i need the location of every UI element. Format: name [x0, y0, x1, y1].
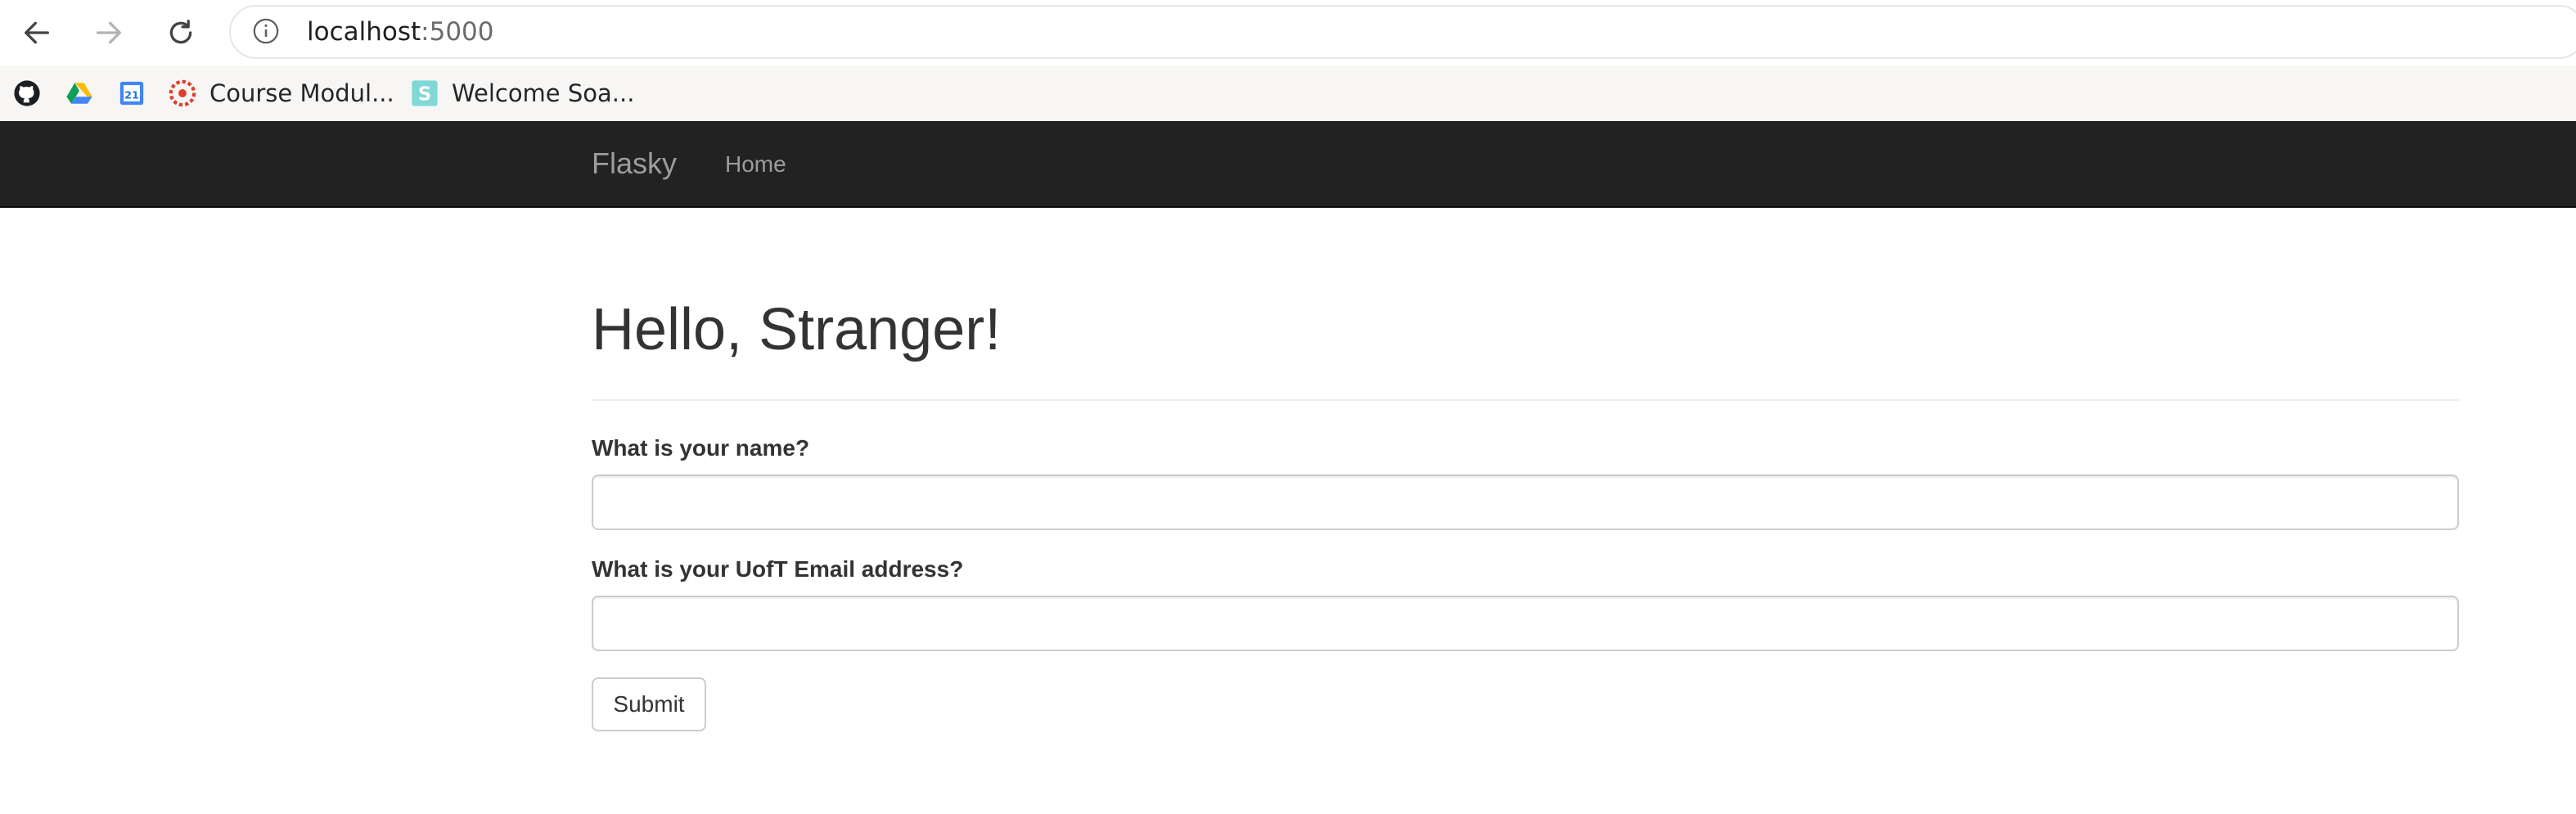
url-text[interactable]: localhost:5000: [307, 14, 494, 50]
forward-button[interactable]: [88, 11, 130, 54]
url-port: :5000: [421, 17, 494, 47]
svg-text:S: S: [418, 84, 431, 106]
page-title: Hello, Stranger!: [592, 297, 1002, 362]
nav-link-home[interactable]: Home: [725, 149, 786, 180]
navbar-brand[interactable]: Flasky: [592, 144, 677, 183]
course-module-icon: [169, 79, 196, 107]
name-input[interactable]: [592, 474, 2459, 530]
email-label: What is your UofT Email address?: [592, 556, 964, 582]
forward-arrow-icon: [97, 21, 121, 44]
browser-toolbar: localhost:5000: [0, 0, 2576, 65]
bookmark-github[interactable]: [13, 75, 41, 111]
bookmark-google-drive[interactable]: [65, 75, 93, 111]
soa-icon: S: [412, 80, 438, 106]
submit-button[interactable]: Submit: [592, 677, 706, 731]
google-calendar-icon: 21: [119, 81, 144, 106]
email-input[interactable]: [592, 596, 2459, 651]
name-label: What is your name?: [592, 435, 810, 461]
bookmark-label: Welcome Soa...: [452, 79, 635, 107]
site-navbar: Flasky Home: [0, 121, 2576, 208]
bookmark-google-calendar[interactable]: 21: [118, 75, 146, 111]
reload-icon: [169, 20, 192, 44]
address-bar[interactable]: [229, 5, 2576, 59]
bookmark-course-modules[interactable]: Course Modul...: [169, 75, 394, 111]
url-host: localhost: [307, 17, 421, 47]
bookmark-welcome-soa[interactable]: S Welcome Soa...: [411, 75, 634, 111]
github-icon: [14, 80, 40, 106]
back-button[interactable]: [16, 11, 58, 54]
bookmark-label: Course Modul...: [209, 79, 394, 107]
divider: [592, 399, 2459, 401]
reload-button[interactable]: [160, 11, 202, 54]
bookmarks-bar: 21 Course Modul... S Welcome Soa...: [0, 65, 2576, 121]
info-icon[interactable]: [252, 17, 280, 45]
google-drive-icon: [66, 83, 92, 104]
back-arrow-icon: [25, 21, 49, 44]
calendar-day: 21: [124, 89, 139, 101]
